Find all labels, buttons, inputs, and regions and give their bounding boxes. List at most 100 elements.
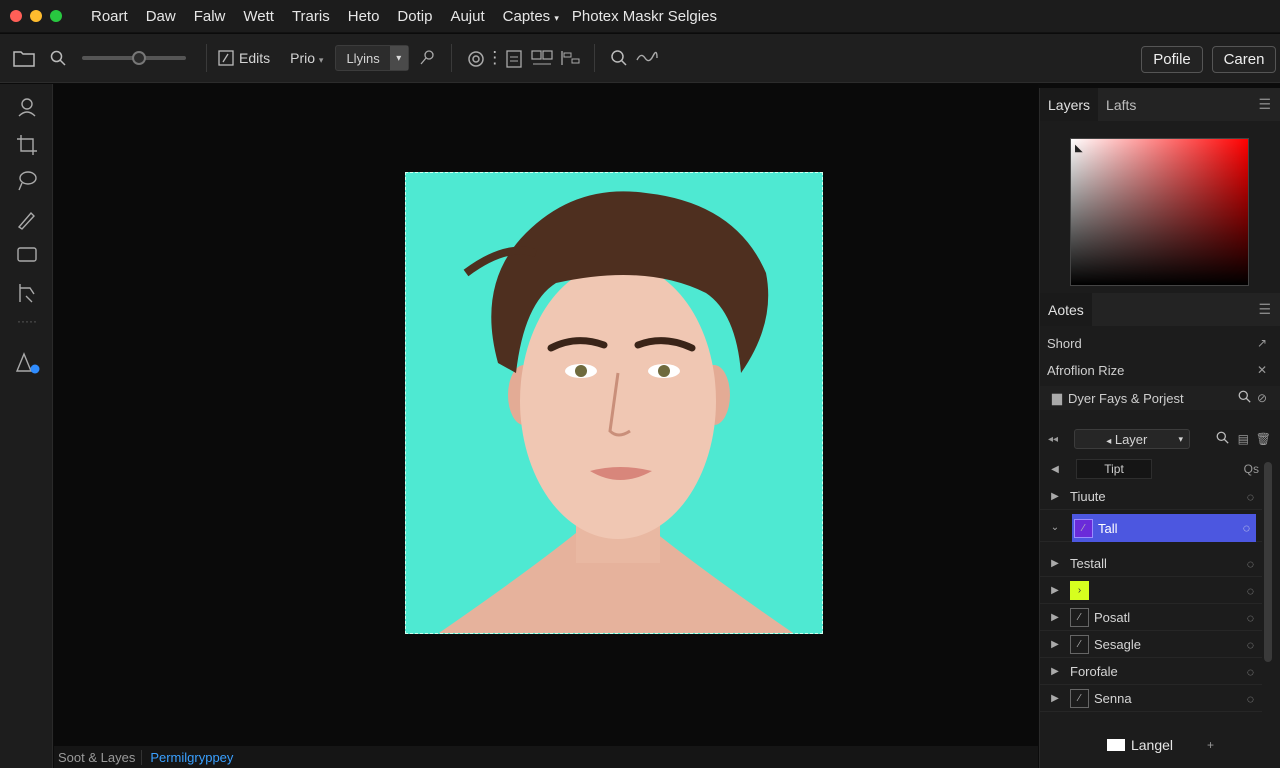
status-left: Soot & Layes xyxy=(54,749,143,765)
layer-row[interactable]: ▶ Tiuute ◌ xyxy=(1040,484,1262,510)
frame-icon[interactable] xyxy=(14,242,40,268)
layer-row[interactable]: ▶ ⁄ Sesagle ◌ xyxy=(1040,632,1262,658)
app-title: Photex Maskr Selgies xyxy=(571,7,717,25)
tab-layers[interactable]: Layers xyxy=(1040,88,1099,121)
lasso-icon[interactable] xyxy=(14,168,40,194)
menu-item-captes[interactable]: Captes ▾ xyxy=(494,8,568,25)
visibility-icon[interactable]: ◌ xyxy=(1247,490,1254,504)
layer-name: Testall xyxy=(1070,556,1107,571)
layer-row[interactable]: ▶ ⁄ Senna ◌ xyxy=(1040,686,1262,712)
panel-menu-icon[interactable]: ☰ xyxy=(1258,301,1271,318)
close-window-button[interactable] xyxy=(10,10,22,22)
transform-icon[interactable] xyxy=(14,280,40,306)
layer-row[interactable]: ▶ ⁄ Posatl ◌ xyxy=(1040,605,1262,631)
layout-icon[interactable] xyxy=(528,44,556,72)
layers-scrollbar[interactable] xyxy=(1264,462,1272,662)
collapse-icon[interactable]: ◀ xyxy=(1040,464,1070,475)
more-horizontal-icon[interactable]: ····· xyxy=(14,314,40,328)
layer-row[interactable]: ▶ Forofale ◌ xyxy=(1040,659,1262,685)
maximize-window-button[interactable] xyxy=(50,10,62,22)
clipboard-icon[interactable] xyxy=(500,44,528,72)
shape-icon[interactable] xyxy=(14,350,40,376)
search-icon[interactable] xyxy=(1216,431,1229,447)
menu-item-5[interactable]: Traris xyxy=(283,8,339,25)
expand-icon[interactable]: ▶ xyxy=(1040,693,1070,704)
canvas-area[interactable] xyxy=(54,84,1038,746)
new-layer-button[interactable]: Langel + xyxy=(1040,730,1280,760)
person-icon[interactable] xyxy=(14,94,40,120)
visibility-icon[interactable]: ◌ xyxy=(1243,521,1250,535)
lyins-dropdown[interactable]: Llyins ▾ xyxy=(335,45,409,71)
wave-icon[interactable] xyxy=(633,44,661,72)
layer-header: ◀ Tipt Qs xyxy=(1040,457,1280,481)
filter-icon[interactable]: ▤ xyxy=(1238,432,1249,446)
search-icon[interactable] xyxy=(1238,390,1251,406)
menu-items: Roart Daw Falw Wett Traris Heto Dotip Au… xyxy=(82,8,568,25)
expand-icon[interactable]: ▶ xyxy=(1040,612,1070,623)
align-icon[interactable] xyxy=(556,44,584,72)
layer-thumbnail: ⁄ xyxy=(1070,608,1089,627)
expand-icon[interactable]: ▶ xyxy=(1040,666,1070,677)
tab-lafts[interactable]: Lafts xyxy=(1098,88,1144,121)
visibility-icon[interactable]: ◌ xyxy=(1247,557,1254,571)
add-icon[interactable]: + xyxy=(1207,738,1214,752)
menu-item-4[interactable]: Wett xyxy=(234,8,283,25)
action-row-afrofion[interactable]: Afroflion Rize ✕ xyxy=(1040,359,1280,381)
menu-item-7[interactable]: Dotip xyxy=(388,8,441,25)
expand-icon[interactable]: ▶ xyxy=(1040,639,1070,650)
layer-name: Tiuute xyxy=(1070,489,1106,504)
edit-icon[interactable] xyxy=(217,44,235,72)
zoom-slider-knob[interactable] xyxy=(132,51,147,65)
profile-button[interactable]: Pofile xyxy=(1141,46,1203,73)
visibility-icon[interactable]: ◌ xyxy=(1247,692,1254,706)
cancel-button[interactable]: Caren xyxy=(1212,46,1276,73)
zoom-icon[interactable] xyxy=(605,44,633,72)
layer-row[interactable]: ▶ › ◌ xyxy=(1040,578,1262,604)
expand-icon[interactable]: ▶ xyxy=(1040,585,1070,596)
folder-icon[interactable] xyxy=(10,44,38,72)
search-icon[interactable] xyxy=(44,44,72,72)
brush-icon[interactable] xyxy=(413,44,441,72)
layer-row-selected[interactable]: ⌄ ⁄ Tall ◌ xyxy=(1040,513,1262,542)
menu-item-6[interactable]: Heto xyxy=(339,8,389,25)
portrait-image[interactable] xyxy=(405,172,823,634)
minimize-window-button[interactable] xyxy=(30,10,42,22)
action-row-shord[interactable]: Shord ↗ xyxy=(1040,332,1280,354)
visibility-icon[interactable]: ◌ xyxy=(1247,584,1254,598)
visibility-icon[interactable]: ◌ xyxy=(1247,665,1254,679)
panel-menu-icon[interactable]: ☰ xyxy=(1258,96,1271,113)
expand-icon[interactable]: ▶ xyxy=(1040,491,1070,502)
edits-label[interactable]: Edits xyxy=(239,50,270,66)
qs-field[interactable]: Qs xyxy=(1244,462,1259,476)
pen-icon[interactable] xyxy=(14,206,40,232)
tipt-field[interactable]: Tipt xyxy=(1076,459,1152,479)
chevron-down-icon: ▾ xyxy=(554,12,559,23)
toolbar: Edits Prio ▾ Llyins ▾ ⋮ Pofile Caren xyxy=(0,34,1280,83)
tab-aotes[interactable]: Aotes xyxy=(1040,293,1092,326)
trash-icon[interactable]: 🗑 xyxy=(1256,432,1271,446)
close-icon[interactable]: ✕ xyxy=(1257,363,1267,377)
crop-icon[interactable] xyxy=(14,132,40,158)
color-picker[interactable]: ◣ xyxy=(1070,138,1249,286)
folder-row[interactable]: ▆ Dyer Fays & Porjest ⊘ xyxy=(1040,386,1280,410)
layer-row[interactable]: ▶ Testall ◌ xyxy=(1040,551,1262,577)
more-vertical-icon[interactable]: ⋮ xyxy=(486,44,503,72)
folder-icon: ▆ xyxy=(1052,390,1062,405)
color-marker-icon[interactable]: ◣ xyxy=(1075,143,1083,154)
layer-toolbar: ◂◂ ◂ Layer ▾ ▤ 🗑 xyxy=(1040,427,1280,451)
menu-item-8[interactable]: Aujut xyxy=(441,8,493,25)
visibility-icon[interactable]: ◌ xyxy=(1247,611,1254,625)
menu-item-1[interactable]: Roart xyxy=(82,8,137,25)
menu-item-3[interactable]: Falw xyxy=(185,8,235,25)
status-link[interactable]: Permilgryppey xyxy=(142,750,241,765)
expand-icon[interactable]: ▶ xyxy=(1040,558,1070,569)
menu-item-2[interactable]: Daw xyxy=(137,8,185,25)
collapse-icon[interactable]: ⌄ xyxy=(1040,522,1070,533)
zoom-slider[interactable] xyxy=(82,51,186,65)
pin-icon[interactable]: ↗ xyxy=(1257,336,1267,350)
visibility-icon[interactable]: ◌ xyxy=(1247,638,1254,652)
link-icon[interactable]: ⊘ xyxy=(1257,391,1267,405)
layer-options-icon[interactable]: ◂◂ xyxy=(1048,434,1058,445)
prio-dropdown[interactable]: Prio ▾ xyxy=(290,50,323,66)
layer-dropdown[interactable]: ◂ Layer ▾ xyxy=(1074,429,1191,449)
